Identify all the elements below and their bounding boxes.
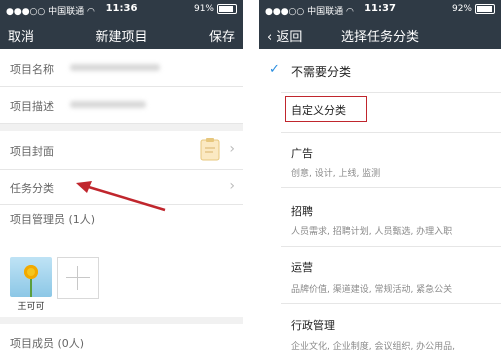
divider	[281, 132, 501, 133]
custom-category-label: 自定义分类	[291, 104, 346, 117]
divider	[281, 92, 501, 93]
category-desc: 创意, 设计, 上线, 监测	[291, 169, 381, 179]
no-category-label: 不需要分类	[291, 65, 352, 79]
no-category-option[interactable]: ✓ 不需要分类	[259, 49, 501, 92]
divider	[281, 303, 501, 304]
category-name: 行政管理	[291, 319, 335, 332]
category-desc: 企业文化, 企业制度, 会议组织, 办公用品,	[291, 342, 456, 352]
status-bar: ●●●○○ 中国联通 ◠ 11:37 92%	[259, 0, 501, 19]
battery-icon	[475, 4, 495, 14]
nav-bar: ‹ 返回 选择任务分类	[259, 19, 501, 49]
left-phone-screen: ●●●○○ 中国联通 ◠ 11:36 91% 取消 新建项目 保存 项目名称 项…	[0, 0, 243, 353]
red-arrow-annotation	[76, 181, 166, 212]
battery-percent: 92%	[451, 4, 472, 14]
category-name: 运营	[291, 261, 313, 274]
divider	[281, 246, 501, 247]
divider	[281, 187, 501, 188]
category-desc: 品牌价值, 渠道建设, 常规活动, 紧急公关	[291, 285, 453, 295]
right-phone-screen: ●●●○○ 中国联通 ◠ 11:37 92% ‹ 返回 选择任务分类 ✓ 不需要…	[259, 0, 501, 353]
category-name: 招聘	[291, 205, 313, 218]
checkmark-icon: ✓	[269, 62, 280, 77]
category-name: 广告	[291, 147, 313, 160]
custom-category-option[interactable]: 自定义分类	[285, 96, 367, 122]
page-title: 选择任务分类	[340, 30, 419, 45]
battery-status: 92%	[452, 4, 495, 14]
category-desc: 人员需求, 招聘计划, 人员甄选, 办理入职	[291, 227, 453, 237]
